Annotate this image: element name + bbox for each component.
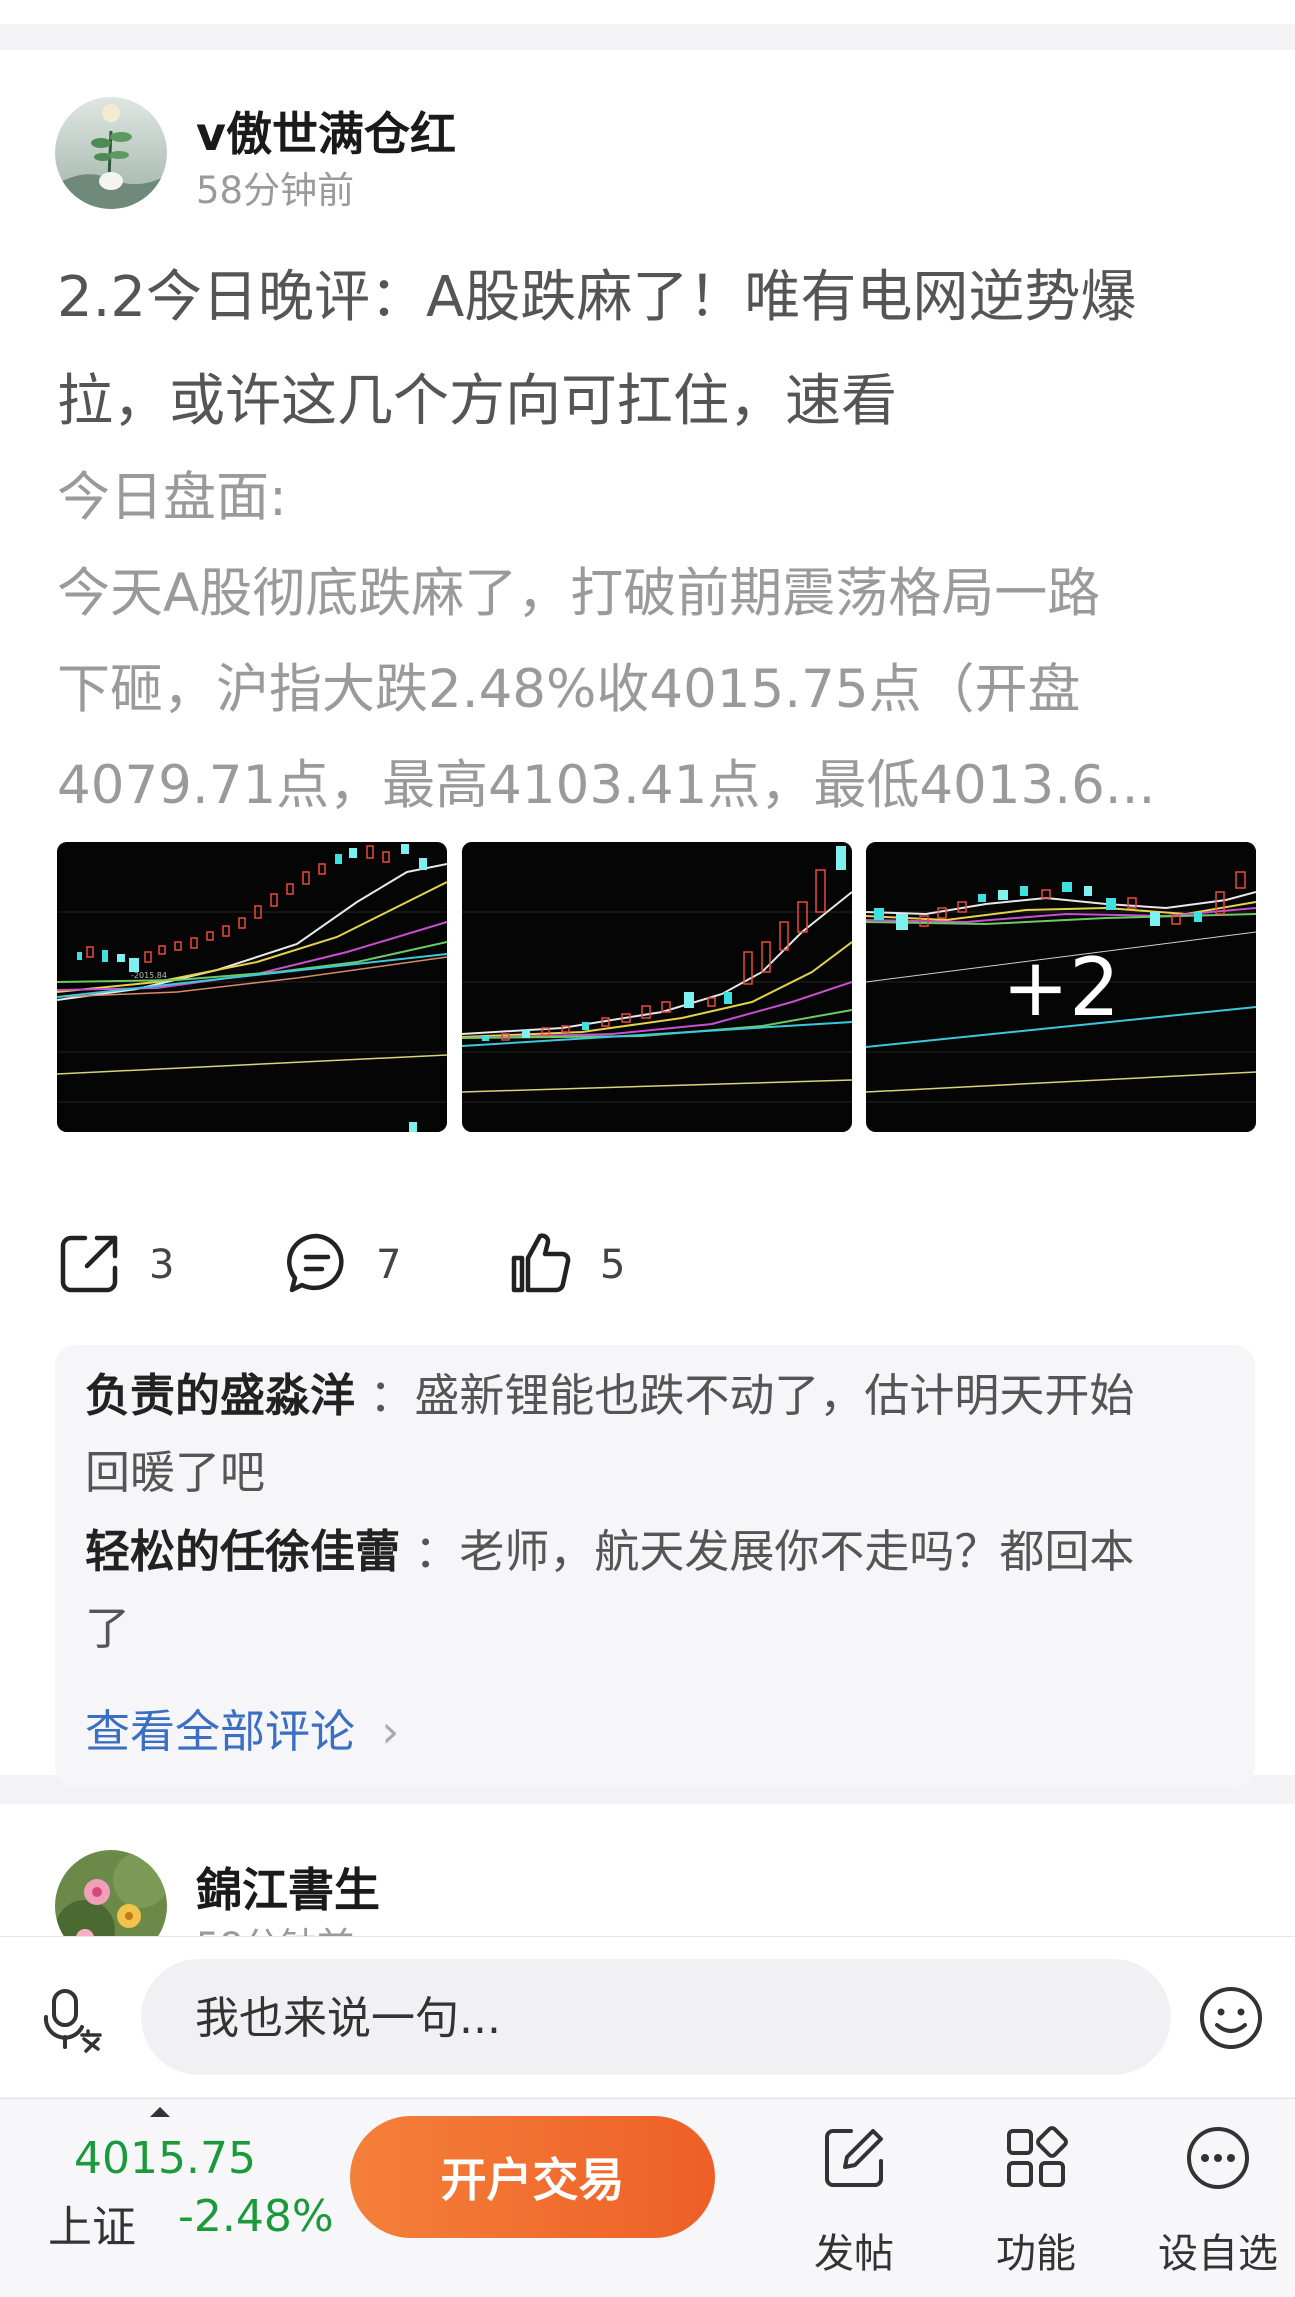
body-line: 4079.71点，最高4103.41点，最低4013.6...: [57, 755, 1156, 816]
view-all-comments-link[interactable]: 查看全部评论 ›: [85, 1695, 399, 1760]
nav-post-label: 发帖: [814, 2231, 894, 2277]
post-image-1[interactable]: -2015.84: [57, 842, 447, 1132]
body-line: 今日盘面:: [57, 467, 287, 528]
voice-translate-icon[interactable]: [42, 1987, 108, 2057]
comment-item[interactable]: 负责的盛淼洋 ：盛新锂能也跌不动了，估计明天开始 回暖了吧: [85, 1357, 1235, 1511]
comment-item[interactable]: 轻松的任徐佳蕾 ：老师，航天发展你不走吗？都回本 了: [85, 1513, 1235, 1667]
author-name[interactable]: v傲世满仓红: [196, 98, 456, 164]
comment-icon: [284, 1230, 350, 1300]
post-image-2[interactable]: [462, 842, 852, 1132]
comment-text: 老师，航天发展你不走吗？都回本: [459, 1525, 1135, 1578]
comment-text-cont: 了: [85, 1602, 131, 1655]
comment-count: 7: [376, 1242, 402, 1288]
more-images-count[interactable]: +2: [866, 842, 1256, 1132]
post-image-3[interactable]: +2: [866, 842, 1256, 1132]
post-title[interactable]: 2.2今日晚评：A股跌麻了！唯有电网逆势爆拉，或许这几个方向可扛住，速看: [57, 246, 1247, 454]
comment-user[interactable]: 轻松的任徐佳蕾: [85, 1525, 400, 1578]
index-name: 上证: [48, 2202, 136, 2253]
comment-button[interactable]: 7: [284, 1230, 401, 1300]
comments-preview: 负责的盛淼洋 ：盛新锂能也跌不动了，估计明天开始 回暖了吧 轻松的任徐佳蕾 ：老…: [55, 1345, 1255, 1787]
edit-icon: [825, 2129, 883, 2187]
comment-user[interactable]: 负责的盛淼洋: [85, 1369, 355, 1422]
chart-note: -2015.84: [131, 971, 167, 980]
more-icon: [1187, 2127, 1249, 2189]
index-change: -2.48%: [178, 2191, 334, 2242]
nav-functions-label: 功能: [996, 2231, 1076, 2277]
comment-separator: ：: [369, 1369, 415, 1422]
caret-up-icon[interactable]: [150, 2107, 170, 2117]
nav-post[interactable]: 发帖: [784, 2109, 924, 2289]
nav-add-watchlist[interactable]: 设自选: [1148, 2109, 1288, 2289]
comment-input-bar: [0, 1936, 1295, 2097]
index-value: 4015.75: [74, 2133, 256, 2184]
view-all-label: 查看全部评论: [85, 1705, 356, 1758]
bottom-bar: 4015.75 上证 -2.48% 开户交易 发帖 功能 设自选: [0, 2098, 1295, 2297]
comment-text: 盛新锂能也跌不动了，估计明天开始: [414, 1369, 1135, 1422]
body-line: 下砸，沪指大跌2.48%收4015.75点（开盘: [57, 659, 1081, 720]
post-time: 58分钟前: [196, 169, 355, 212]
nav-functions[interactable]: 功能: [966, 2109, 1106, 2289]
comment-input-box[interactable]: [141, 1959, 1171, 2075]
author-name[interactable]: 錦江書生: [196, 1854, 380, 1920]
nav-add-watchlist-label: 设自选: [1158, 2231, 1278, 2277]
comment-text-cont: 回暖了吧: [85, 1446, 266, 1499]
emoji-icon[interactable]: [1198, 1985, 1264, 2055]
share-icon: [57, 1230, 123, 1300]
share-button[interactable]: 3: [57, 1230, 174, 1300]
like-button[interactable]: 5: [508, 1230, 625, 1300]
thumbs-up-icon: [508, 1230, 574, 1300]
like-count: 5: [600, 1242, 626, 1288]
body-line: 今天A股彻底跌麻了，打破前期震荡格局一路: [57, 563, 1101, 624]
post-body[interactable]: 今日盘面: 今天A股彻底跌麻了，打破前期震荡格局一路 下砸，沪指大跌2.48%收…: [57, 450, 1247, 834]
share-count: 3: [149, 1242, 175, 1288]
open-account-trade-button[interactable]: 开户交易: [350, 2116, 715, 2238]
grid-icon: [1007, 2126, 1068, 2187]
post-card[interactable]: v傲世满仓红 58分钟前 2.2今日晚评：A股跌麻了！唯有电网逆势爆拉，或许这几…: [0, 50, 1295, 1787]
top-strip: [0, 0, 1295, 24]
chevron-right-icon: ›: [381, 1705, 400, 1758]
author-avatar[interactable]: [55, 97, 167, 209]
comment-input[interactable]: [193, 1983, 1127, 2053]
comment-separator: ：: [414, 1525, 460, 1578]
